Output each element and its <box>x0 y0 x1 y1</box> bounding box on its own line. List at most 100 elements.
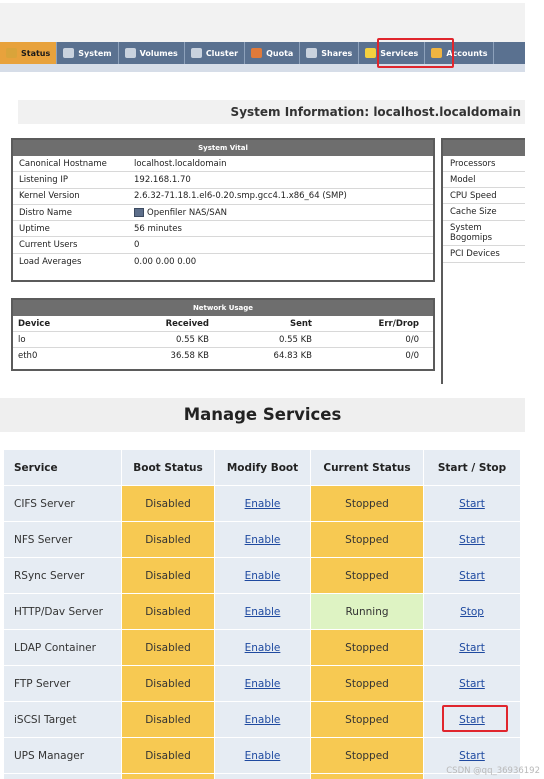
network-header-sent: Sent <box>289 318 312 329</box>
vital-value: 56 minutes <box>134 224 433 234</box>
modify-boot-cell: Enable <box>215 558 311 593</box>
network-cell: 36.58 KB <box>170 351 209 361</box>
enable-link[interactable]: Enable <box>245 498 281 510</box>
vital-value: 0.00 0.00 0.00 <box>134 257 433 267</box>
stop-link[interactable]: Stop <box>460 606 484 618</box>
services-header-modify-boot: Modify Boot <box>215 450 311 485</box>
services-header-service: Service <box>4 450 122 485</box>
enable-link[interactable]: Enable <box>245 750 281 762</box>
service-row-rsync-server: RSync Server Disabled Enable Stopped Start <box>4 558 520 594</box>
services-icon <box>365 48 377 58</box>
tab-system[interactable]: System <box>57 42 119 64</box>
enable-link[interactable]: Enable <box>245 606 281 618</box>
network-header-device: Device <box>18 318 51 329</box>
boot-status: Disabled <box>122 594 215 629</box>
vital-value: 2.6.32-71.18.1.el6-0.20.smp.gcc4.1.x86_6… <box>134 191 433 201</box>
hardware-info-header <box>443 140 525 156</box>
start-link[interactable]: Start <box>459 750 485 762</box>
vital-label: Canonical Hostname <box>19 158 107 169</box>
modify-boot-cell: Enable <box>215 738 311 773</box>
system-information-heading: System Information: localhost.localdomai… <box>18 100 525 124</box>
shares-icon <box>306 48 318 58</box>
hardware-label-processors: Processors <box>443 156 525 172</box>
vital-label: Load Averages <box>19 256 82 267</box>
start-stop-cell: Start <box>424 666 520 701</box>
modify-boot-cell: Enable <box>215 594 311 629</box>
hardware-label-model: Model <box>443 172 525 188</box>
boot-status: Disabled <box>122 558 215 593</box>
tab-volumes[interactable]: Volumes <box>119 42 185 64</box>
hardware-info-panel: Processors Model CPU Speed Cache Size System… <box>441 138 525 384</box>
tab-label: Cluster <box>205 48 239 58</box>
service-name: RSync Server <box>4 558 122 593</box>
vital-value-text: 2.6.32-71.18.1.el6-0.20.smp.gcc4.1.x86_6… <box>134 191 347 202</box>
vital-row-uptime: Uptime 56 minutes <box>13 221 433 238</box>
current-status: Stopped <box>311 702 424 737</box>
distro-icon <box>134 208 144 218</box>
tab-cluster[interactable]: Cluster <box>185 42 246 64</box>
boot-status: Disabled <box>122 522 215 557</box>
services-header-row: Service Boot Status Modify Boot Current Sta… <box>4 450 520 486</box>
start-link[interactable]: Start <box>459 678 485 690</box>
services-header-current-status: Current Status <box>311 450 424 485</box>
service-name: iSCSI Target <box>4 702 122 737</box>
system-icon <box>63 48 75 58</box>
status-icon <box>6 48 17 58</box>
start-stop-cell: Start <box>424 558 520 593</box>
service-name: CIFS Server <box>4 486 122 521</box>
start-link[interactable]: Start <box>459 534 485 546</box>
modify-boot-cell: Enable <box>215 486 311 521</box>
network-cell: 0/0 <box>405 351 419 361</box>
network-cell: 64.83 KB <box>273 351 312 361</box>
hardware-label-cache-size: Cache Size <box>443 204 525 221</box>
vital-row-listening-ip: Listening IP 192.168.1.70 <box>13 172 433 189</box>
vital-value-text: 192.168.1.70 <box>134 174 191 185</box>
network-row: eth0 36.58 KB 64.83 KB 0/0 <box>13 348 433 364</box>
tab-quota[interactable]: Quota <box>245 42 301 64</box>
tab-label: System <box>78 48 112 58</box>
current-status: Stopped <box>311 558 424 593</box>
cluster-icon <box>190 48 202 58</box>
service-name: LDAP Container <box>4 630 122 665</box>
tab-status[interactable]: Status <box>0 42 58 64</box>
enable-link[interactable]: Enable <box>245 534 281 546</box>
modify-boot-cell: Enable <box>215 702 311 737</box>
next-service-row-partial <box>4 774 520 779</box>
watermark: CSDN @qq_36936192 <box>446 766 540 776</box>
start-link[interactable]: Start <box>459 570 485 582</box>
vital-row-canonical-hostname: Canonical Hostname localhost.localdomain <box>13 156 433 173</box>
current-status: Stopped <box>311 522 424 557</box>
vital-value-text: localhost.localdomain <box>134 158 227 169</box>
network-usage-panel: Network Usage Device Received Sent Err/Drop… <box>11 298 435 371</box>
network-usage-table: Device Received Sent Err/Drop lo 0.55 KB 0.55 … <box>13 316 433 364</box>
vital-label: Current Users <box>19 240 78 251</box>
network-header-row: Device Received Sent Err/Drop <box>13 316 433 332</box>
enable-link[interactable]: Enable <box>245 570 281 582</box>
vital-value: Openfiler NAS/SAN <box>134 208 433 218</box>
vital-label: Distro Name <box>19 207 72 218</box>
vital-row-kernel-version: Kernel Version 2.6.32-71.18.1.el6-0.20.sm… <box>13 189 433 205</box>
start-link[interactable]: Start <box>459 642 485 654</box>
vital-row-current-users: Current Users 0 <box>13 237 433 254</box>
enable-link[interactable]: Enable <box>245 714 281 726</box>
tab-shares[interactable]: Shares <box>300 42 360 64</box>
network-cell: 0.55 KB <box>278 334 312 345</box>
boot-status: Disabled <box>122 630 215 665</box>
vital-row-load-averages: Load Averages 0.00 0.00 0.00 <box>13 254 433 270</box>
start-link[interactable]: Start <box>459 498 485 510</box>
network-cell: eth0 <box>18 351 38 361</box>
boot-status: Disabled <box>122 738 215 773</box>
tab-label: Volumes <box>139 48 178 58</box>
vital-label: Uptime <box>19 223 50 234</box>
enable-link[interactable]: Enable <box>245 678 281 690</box>
services-header-start-stop: Start / Stop <box>424 450 520 485</box>
services-header-boot-status: Boot Status <box>122 450 215 485</box>
tab-label: Shares <box>321 48 353 58</box>
system-vital-table: Canonical Hostname localhost.localdomain L… <box>13 156 433 270</box>
volumes-icon <box>124 48 136 58</box>
start-stop-cell: Start <box>424 486 520 521</box>
enable-link[interactable]: Enable <box>245 642 281 654</box>
network-cell: 0.55 KB <box>175 334 209 345</box>
start-stop-cell: Stop <box>424 594 520 629</box>
vital-value-text: 0 <box>134 240 140 251</box>
